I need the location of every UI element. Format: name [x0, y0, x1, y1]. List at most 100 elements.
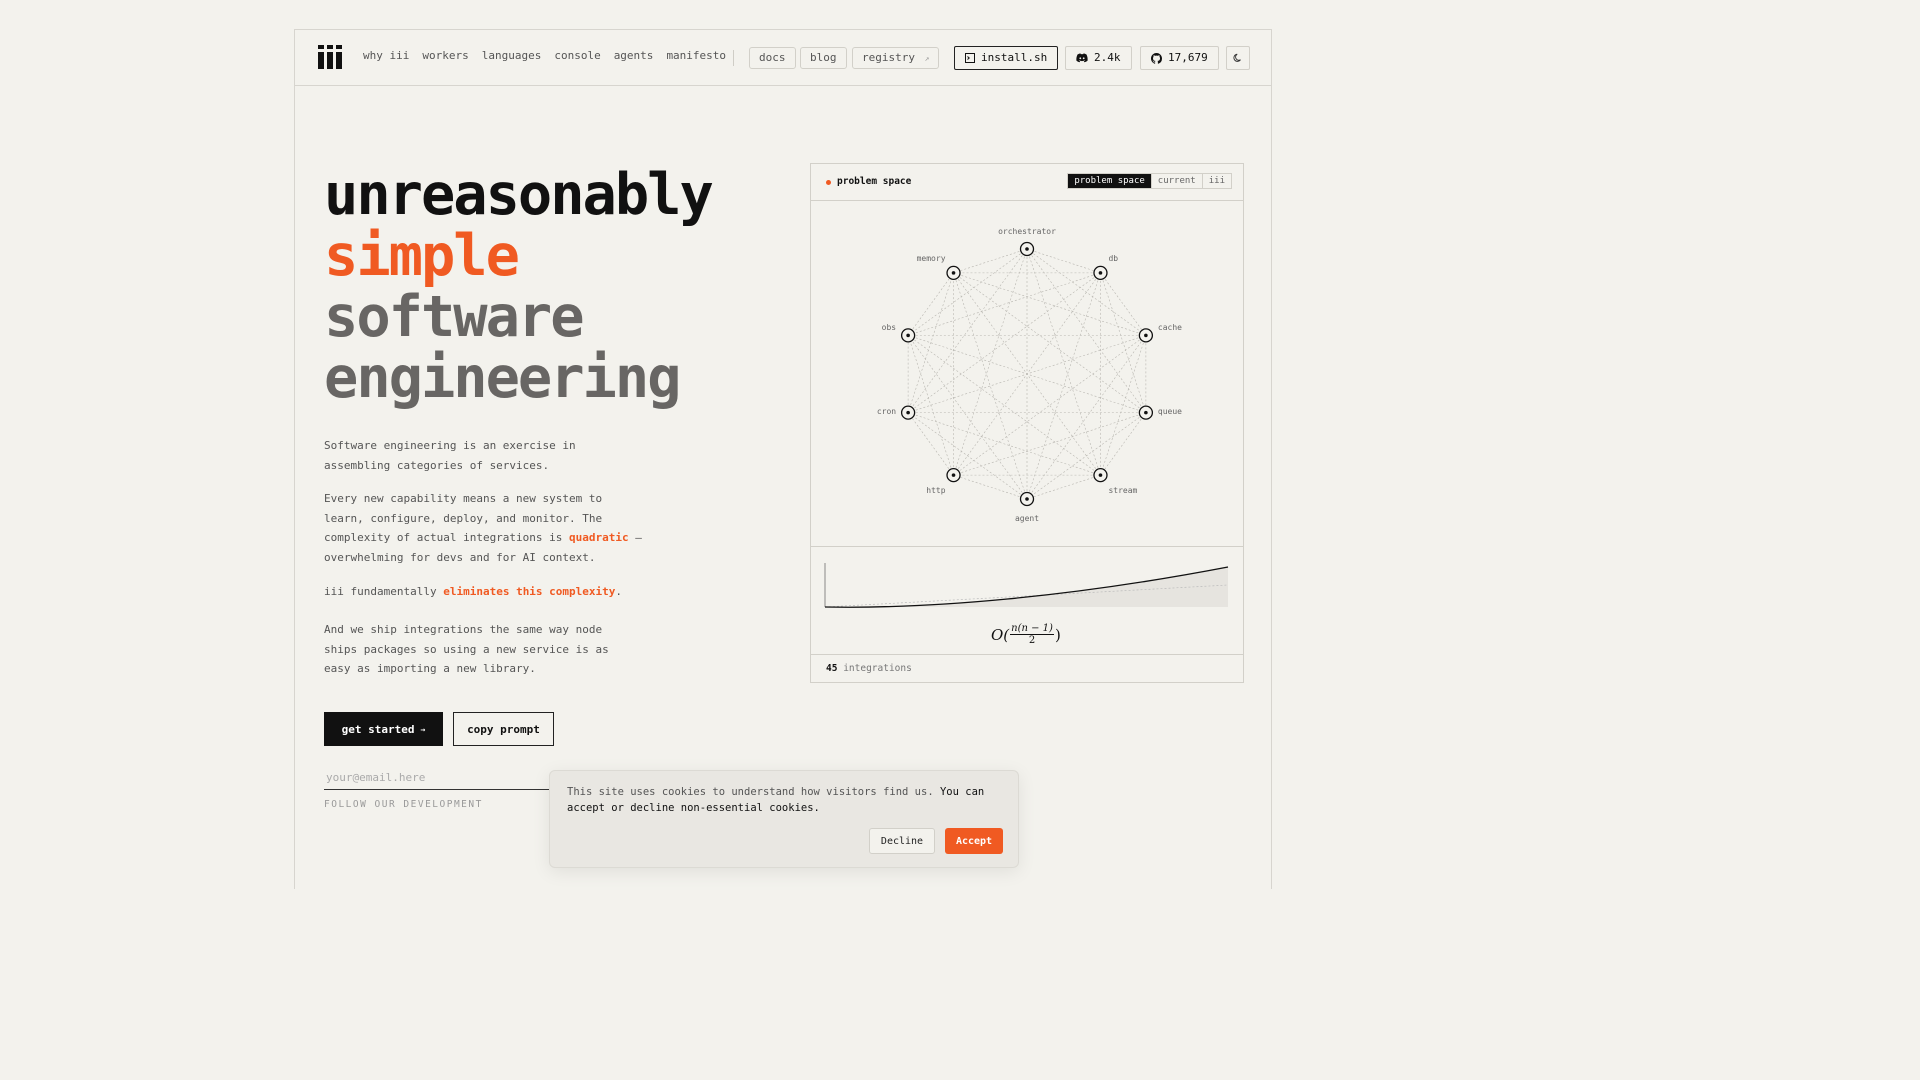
- nav-link-why[interactable]: why iii: [363, 49, 409, 62]
- integration-edge: [907, 248, 1028, 413]
- get-started-button[interactable]: get started →: [324, 712, 443, 746]
- quadratic-highlight: quadratic: [569, 531, 629, 544]
- graph-node-memory[interactable]: [946, 265, 961, 281]
- graph-node-label: orchestrator: [998, 227, 1056, 236]
- integration-edge: [953, 272, 1147, 413]
- graph-node-obs[interactable]: [900, 328, 916, 343]
- follow-caption: FOLLOW OUR DEVELOPMENT: [324, 799, 483, 810]
- eliminates-text: iii fundamentally: [324, 585, 444, 598]
- accept-button[interactable]: Accept: [945, 828, 1003, 854]
- integration-edge: [953, 248, 1028, 274]
- panel-header: problem space problem space current iii: [811, 164, 1243, 201]
- discord-count: 2.4k: [1094, 51, 1121, 64]
- install-button[interactable]: install.sh: [954, 46, 1059, 70]
- integration-edge: [953, 474, 1028, 500]
- eliminates-paragraph: iii fundamentally eliminates this comple…: [324, 582, 664, 602]
- integration-edge: [1100, 412, 1147, 476]
- github-icon: [1151, 52, 1162, 64]
- nav-link-workers[interactable]: workers: [422, 49, 468, 62]
- hero-line-2: simple: [324, 223, 520, 289]
- nav-divider: [733, 50, 734, 66]
- graph-node-http[interactable]: [946, 467, 961, 483]
- integration-edge: [1026, 248, 1101, 476]
- decline-button[interactable]: Decline: [869, 828, 935, 854]
- hero-line-4: engineering: [324, 345, 681, 411]
- cookie-text-start: This site uses cookies to understand how…: [567, 786, 940, 798]
- graph-node-label: cron: [877, 407, 896, 416]
- complexity-curve: [824, 563, 1229, 608]
- panel-tabs: problem space current iii: [1067, 173, 1232, 189]
- integration-edge: [1026, 248, 1147, 336]
- cookie-message: This site uses cookies to understand how…: [567, 784, 1007, 816]
- nav-link-console[interactable]: console: [554, 49, 600, 62]
- formula-fraction: n(n − 1) 2: [1010, 623, 1054, 646]
- cookie-banner: This site uses cookies to understand how…: [549, 770, 1019, 868]
- formula-numerator: n(n − 1): [1010, 623, 1054, 635]
- get-started-label: get started: [341, 722, 415, 736]
- integration-edge: [1026, 248, 1147, 413]
- tab-current[interactable]: current: [1150, 174, 1202, 188]
- graph-node-label: queue: [1158, 407, 1182, 416]
- graph-node-label: cache: [1158, 323, 1182, 332]
- copy-prompt-button[interactable]: copy prompt: [453, 712, 554, 746]
- tab-problem-space[interactable]: problem space: [1068, 174, 1151, 188]
- integration-edge: [907, 272, 954, 413]
- email-input[interactable]: [324, 766, 564, 790]
- integration-edge: [1026, 474, 1101, 500]
- integration-edge: [1026, 248, 1101, 274]
- graph-node-db[interactable]: [1093, 265, 1108, 281]
- integration-label: integrations: [843, 663, 912, 674]
- eliminates-text-end: .: [615, 585, 623, 598]
- integration-edge: [908, 272, 1101, 336]
- formula-prefix: O(: [991, 625, 1010, 644]
- graph-node-cron[interactable]: [900, 405, 916, 420]
- integration-graph: orchestrator db cache queue stream agent http c…: [877, 227, 1182, 523]
- moon-icon: [1233, 53, 1241, 62]
- integration-edge: [907, 272, 954, 336]
- blog-link[interactable]: blog: [800, 47, 847, 69]
- nav-link-manifesto[interactable]: manifesto: [666, 49, 726, 62]
- eliminates-highlight: eliminates this complexity: [443, 585, 616, 598]
- nav-link-languages[interactable]: languages: [482, 49, 542, 62]
- hero-line-3: software: [324, 284, 585, 350]
- integration-edge: [953, 335, 1147, 476]
- graph-node-label: memory: [917, 254, 946, 263]
- integration-edge: [1026, 335, 1147, 500]
- tab-iii[interactable]: iii: [1201, 174, 1231, 188]
- complexity-text: Every new capability means a new system …: [324, 492, 603, 544]
- formula-suffix: ): [1054, 625, 1061, 644]
- integration-edge: [953, 272, 1146, 336]
- graph-node-stream[interactable]: [1093, 467, 1108, 483]
- graph-node-label: stream: [1108, 486, 1137, 495]
- external-link-icon: ↗: [924, 54, 930, 63]
- graph-node-orchestrator[interactable]: [1019, 241, 1035, 257]
- install-label: install.sh: [981, 51, 1048, 64]
- integration-edge: [907, 335, 954, 476]
- docs-link[interactable]: docs: [749, 47, 796, 69]
- hero-headline: unreasonably simple software engineering: [324, 165, 714, 411]
- problem-space-panel: problem space problem space current iii …: [810, 163, 1244, 683]
- integration-count: 45: [826, 663, 838, 674]
- integration-edge: [953, 272, 1028, 500]
- integration-edge: [1100, 272, 1147, 336]
- github-count: 17,679: [1168, 51, 1208, 64]
- theme-toggle[interactable]: [1226, 46, 1250, 70]
- graph-node-queue[interactable]: [1138, 405, 1154, 420]
- graph-node-cache[interactable]: [1138, 328, 1154, 343]
- arrow-right-icon: →: [420, 724, 426, 734]
- integration-edge: [907, 412, 954, 476]
- registry-label: registry: [862, 51, 915, 64]
- integration-edge: [953, 248, 1028, 476]
- complexity-paragraph: Every new capability means a new system …: [324, 489, 644, 567]
- graph-node-agent[interactable]: [1019, 491, 1035, 507]
- nav-link-agents[interactable]: agents: [614, 49, 654, 62]
- discord-button[interactable]: 2.4k: [1065, 46, 1132, 70]
- integration-edge: [908, 412, 1101, 476]
- intro-paragraph: Software engineering is an exercise in a…: [324, 439, 576, 472]
- integration-edge: [953, 412, 1146, 476]
- complexity-curve-area: O( n(n − 1) 2 ): [811, 546, 1243, 654]
- github-button[interactable]: 17,679: [1140, 46, 1219, 70]
- panel-title: problem space: [837, 176, 912, 187]
- iii-logo[interactable]: [318, 45, 342, 69]
- registry-link[interactable]: registry ↗: [852, 47, 940, 69]
